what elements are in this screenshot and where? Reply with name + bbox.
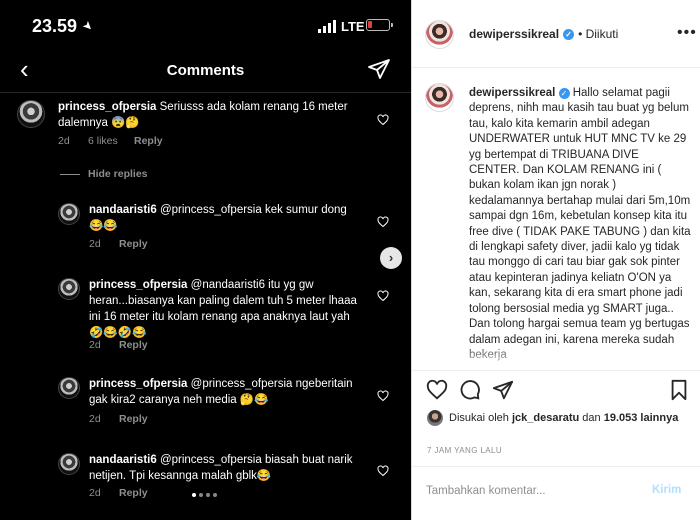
comment-username[interactable]: princess_ofpersia: [89, 279, 187, 291]
comment-input[interactable]: [426, 481, 646, 501]
liked-prefix: Disukai oleh: [449, 412, 512, 424]
comment-bubble-icon[interactable]: [459, 379, 481, 401]
liked-count[interactable]: 19.053: [604, 412, 638, 424]
next-slide-button[interactable]: ›: [380, 247, 402, 269]
comment-age: 2d: [89, 238, 101, 250]
phone-screenshot: 23.59 ➤ LTE ‹ Comments princess_ofpersia…: [0, 0, 411, 520]
comment-item: princess_ofpersia @nandaaristi6 itu yg g…: [0, 275, 411, 355]
hide-replies-label: Hide replies: [88, 168, 148, 180]
caption-username[interactable]: dewiperssikreal: [469, 87, 555, 99]
post-actions: [412, 370, 700, 410]
comment-age: 2d: [89, 413, 101, 425]
comment-body: nandaaristi6 @princess_ofpersia kek sumu…: [89, 202, 359, 234]
comment-meta: 2d 6 likes Reply: [58, 135, 163, 147]
comment-body: nandaaristi6 @princess_ofpersia biasah b…: [89, 452, 359, 484]
comment-item: princess_ofpersia Seriusss ada kolam ren…: [0, 96, 411, 158]
comment-body: princess_ofpersia @nandaaristi6 itu yg g…: [89, 277, 359, 341]
reply-button[interactable]: Reply: [119, 413, 148, 425]
header-divider: [0, 92, 411, 93]
share-icon[interactable]: [492, 379, 514, 401]
comment-username[interactable]: princess_ofpersia: [89, 378, 187, 390]
heart-icon[interactable]: [377, 216, 389, 228]
post-time[interactable]: 7 JAM YANG LALU: [427, 446, 502, 455]
avatar[interactable]: [58, 453, 80, 475]
heart-icon[interactable]: [377, 290, 389, 302]
verified-badge-icon: ✓: [563, 28, 575, 40]
bookmark-icon[interactable]: [668, 379, 690, 401]
carousel-dot: [192, 493, 196, 497]
battery-level: [368, 21, 372, 28]
network-type: LTE: [341, 19, 365, 34]
avatar[interactable]: [58, 377, 80, 399]
author-username[interactable]: dewiperssikreal: [469, 27, 559, 41]
post-header: dewiperssikreal ✓ • Diikuti •••: [412, 0, 700, 68]
send-icon[interactable]: [367, 57, 391, 81]
comment-username[interactable]: princess_ofpersia: [58, 101, 156, 113]
comment-item: princess_ofpersia @princess_ofpersia nge…: [0, 374, 411, 434]
caption-area: dewiperssikreal ✓ Hallo selamat pagii de…: [412, 69, 700, 370]
liked-mid: dan: [579, 412, 604, 424]
hide-replies-button[interactable]: Hide replies: [60, 168, 148, 180]
reply-button[interactable]: Reply: [119, 487, 148, 499]
comment-likes[interactable]: 6 likes: [88, 135, 134, 147]
hide-replies-line: [60, 173, 80, 175]
heart-icon[interactable]: [377, 465, 389, 477]
liked-suffix[interactable]: lainnya: [637, 412, 678, 424]
author-line: dewiperssikreal ✓ • Diikuti: [469, 27, 618, 41]
liked-user[interactable]: jck_desaratu: [512, 412, 579, 424]
carousel-dots: [192, 493, 217, 497]
comments-title: Comments: [166, 62, 245, 79]
comment-box: Kirim: [412, 466, 700, 520]
heart-icon[interactable]: [377, 390, 389, 402]
comment-body: princess_ofpersia Seriusss ada kolam ren…: [58, 99, 348, 131]
comment-meta: 2d Reply: [89, 339, 148, 351]
location-arrow-icon: ➤: [79, 17, 97, 35]
comments-header: ‹ Comments: [0, 52, 411, 92]
comment-username[interactable]: nandaaristi6: [89, 454, 157, 466]
avatar[interactable]: [58, 278, 80, 300]
carousel-dot: [199, 493, 203, 497]
comment-meta: 2d Reply: [89, 487, 148, 499]
signal-icon: [318, 20, 336, 33]
author-avatar[interactable]: [425, 20, 454, 49]
heart-icon[interactable]: [377, 114, 389, 126]
battery-icon: [366, 19, 393, 31]
comment-body: princess_ofpersia @princess_ofpersia nge…: [89, 376, 359, 408]
carousel-dot: [213, 493, 217, 497]
caption-avatar[interactable]: [425, 83, 454, 112]
status-time: 23.59: [32, 16, 78, 36]
comment-item: nandaaristi6 @princess_ofpersia kek sumu…: [0, 200, 411, 260]
avatar[interactable]: [58, 203, 80, 225]
verified-badge-icon: ✓: [558, 88, 570, 99]
follow-status[interactable]: • Diikuti: [578, 27, 618, 41]
post-panel: dewiperssikreal ✓ • Diikuti ••• dewipers…: [411, 0, 700, 520]
likes-text: Disukai oleh jck_desaratu dan 19.053 lai…: [449, 410, 679, 426]
post-comment-button[interactable]: Kirim: [652, 484, 681, 496]
caption-fade: [412, 344, 700, 370]
comment-age: 2d: [89, 339, 101, 351]
reply-button[interactable]: Reply: [119, 339, 148, 351]
caption: dewiperssikreal ✓ Hallo selamat pagii de…: [469, 86, 691, 363]
liker-avatar[interactable]: [427, 410, 443, 426]
caption-text: Hallo selamat pagii deprens, nihh mau ka…: [469, 87, 691, 361]
status-bar: 23.59 ➤ LTE: [0, 0, 411, 52]
avatar[interactable]: [17, 100, 45, 128]
reply-button[interactable]: Reply: [119, 238, 148, 250]
comment-age: 2d: [89, 487, 101, 499]
like-heart-icon[interactable]: [426, 379, 448, 401]
comment-meta: 2d Reply: [89, 413, 148, 425]
comment-meta: 2d Reply: [89, 238, 148, 250]
carousel-dot: [206, 493, 210, 497]
reply-button[interactable]: Reply: [134, 135, 163, 147]
comment-age: 2d: [58, 135, 70, 147]
more-options-icon[interactable]: •••: [677, 24, 697, 42]
comment-username[interactable]: nandaaristi6: [89, 204, 157, 216]
